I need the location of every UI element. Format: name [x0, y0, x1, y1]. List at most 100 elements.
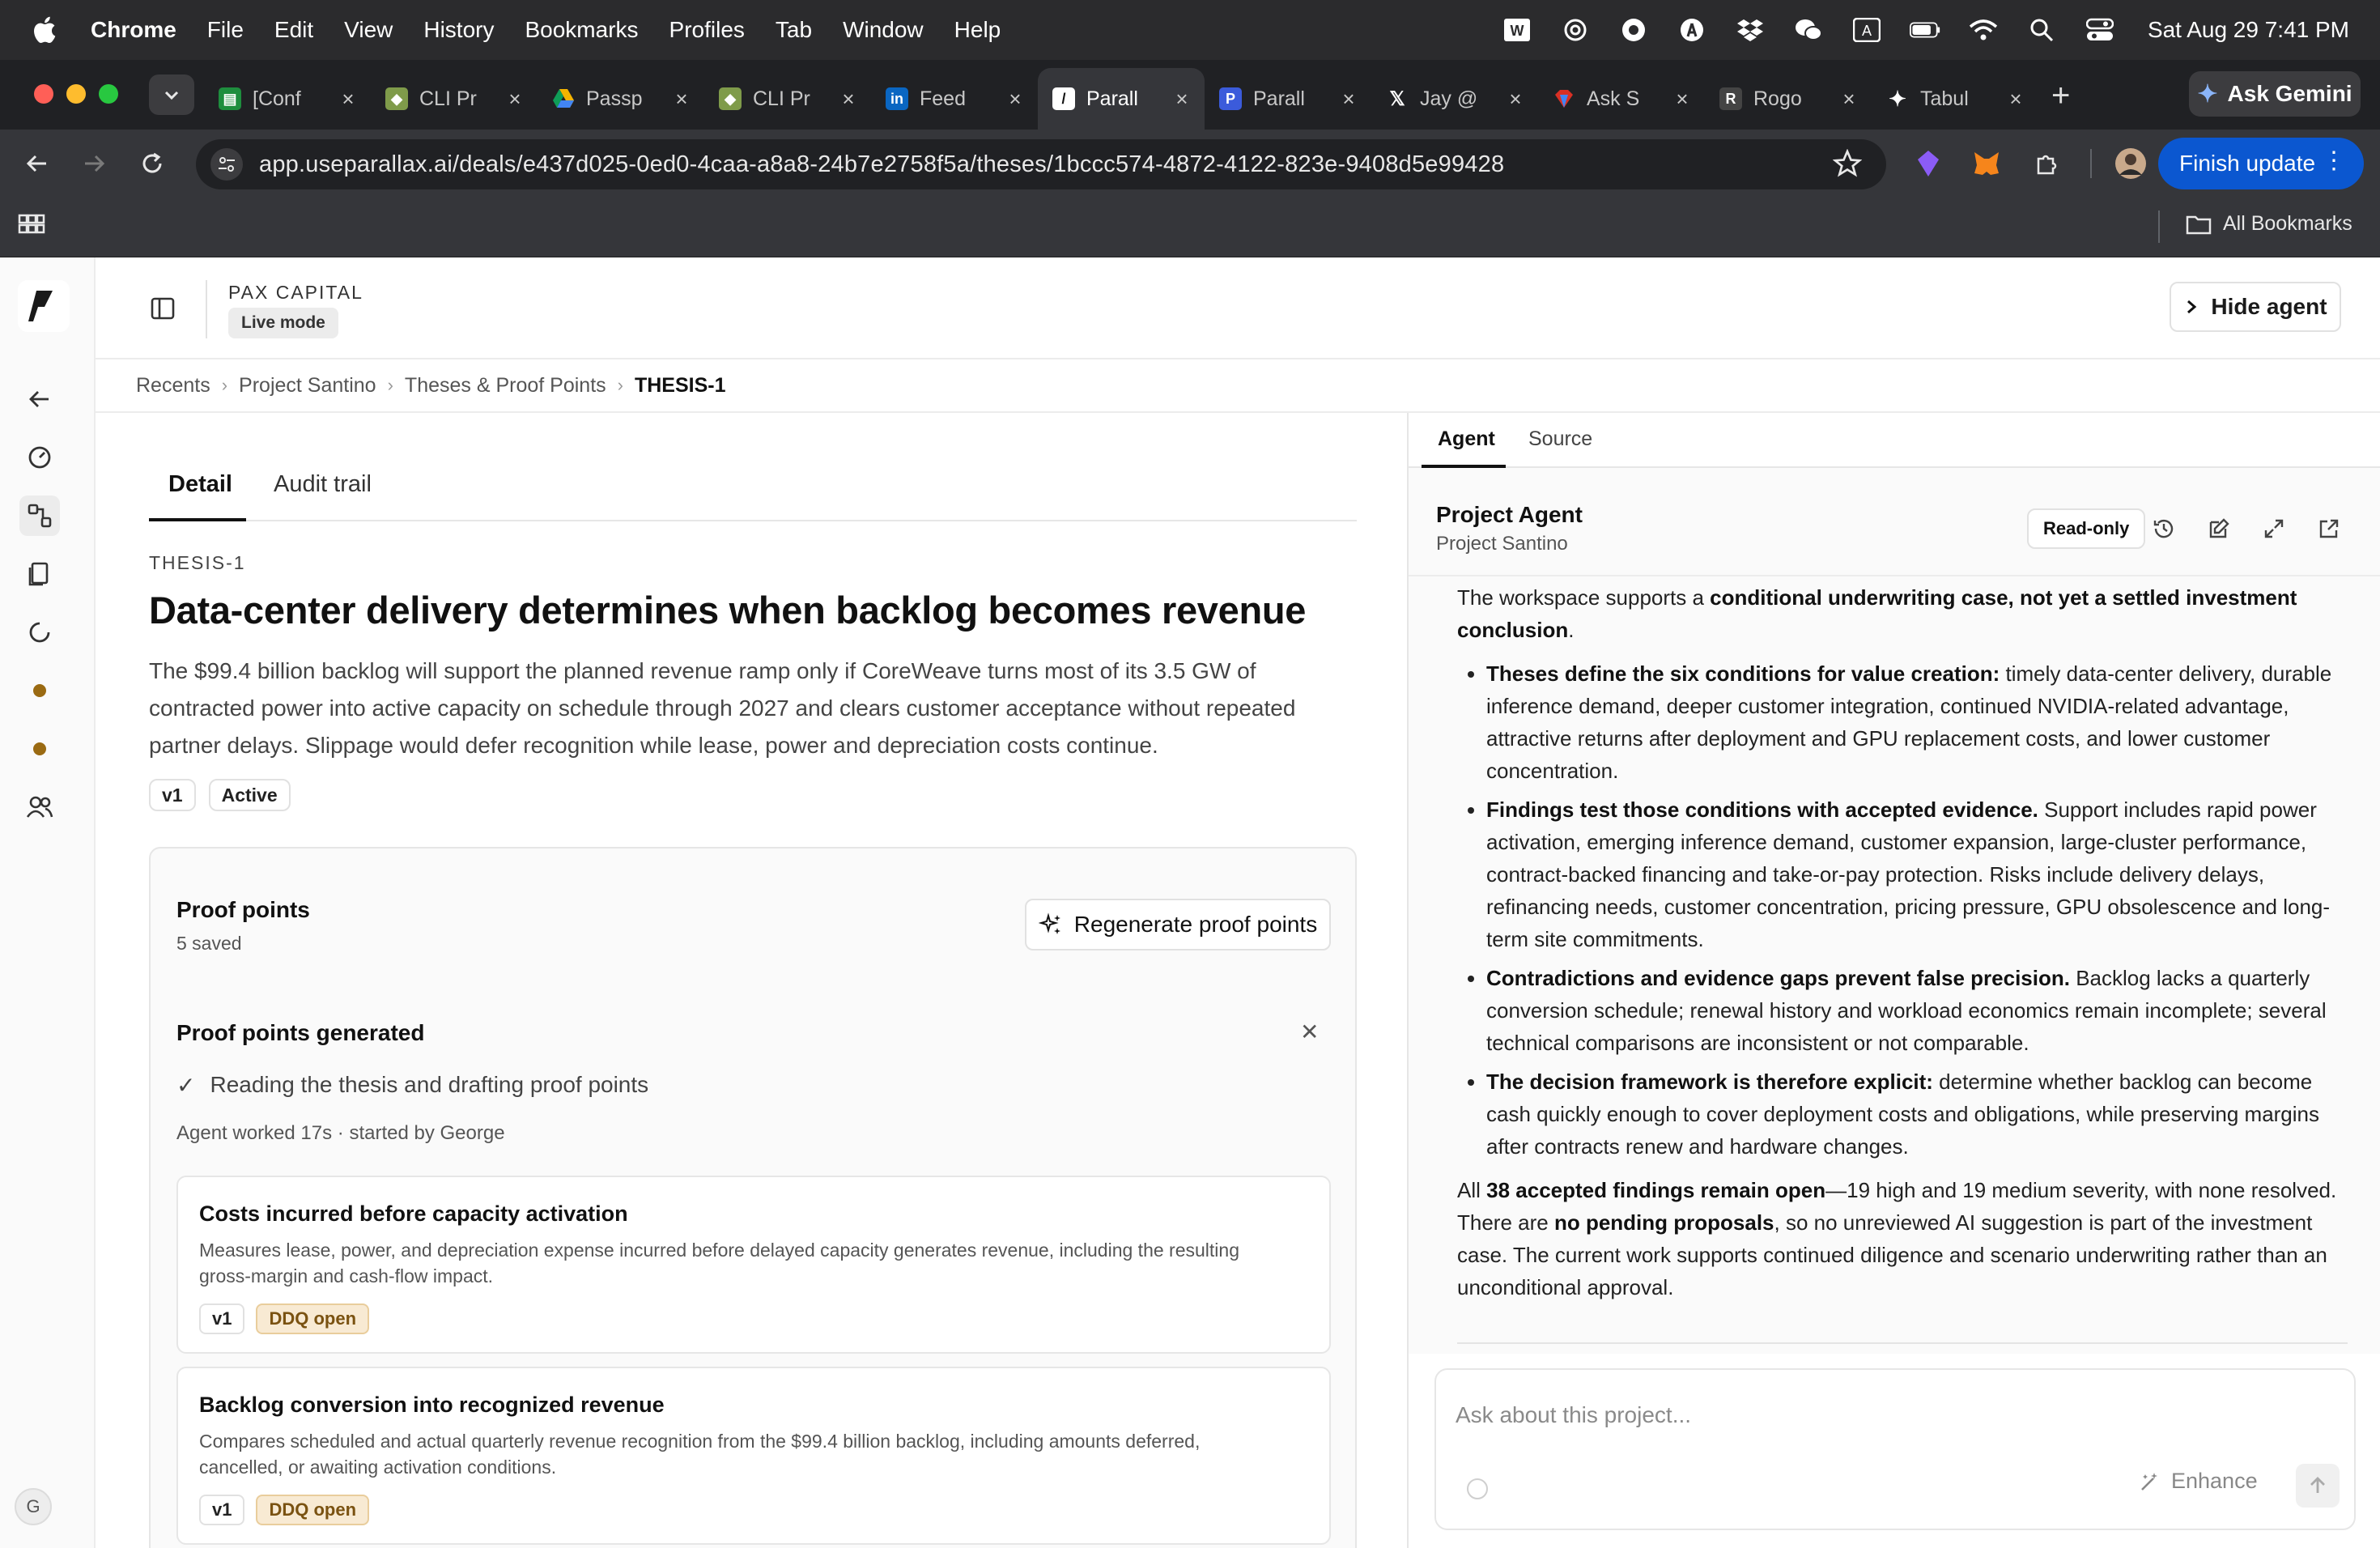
- close-tab-icon[interactable]: ×: [1172, 87, 1192, 112]
- documents-icon[interactable]: [19, 554, 60, 594]
- tab-parallax-active[interactable]: / Parall ×: [1038, 68, 1205, 130]
- tab-ask[interactable]: Ask S ×: [1538, 68, 1705, 130]
- wechat-icon[interactable]: [1793, 15, 1824, 45]
- close-tab-icon[interactable]: ×: [672, 87, 691, 112]
- expand-icon[interactable]: [2259, 513, 2289, 544]
- profile-avatar-icon[interactable]: [2114, 147, 2147, 180]
- menu-window[interactable]: Window: [843, 17, 924, 43]
- forward-button[interactable]: [78, 147, 110, 180]
- proof-points-title: Proof points: [176, 897, 310, 922]
- menu-view[interactable]: View: [344, 17, 393, 43]
- close-icon[interactable]: ✕: [1300, 1019, 1319, 1045]
- close-tab-icon[interactable]: ×: [1839, 87, 1859, 112]
- sidebar-toggle-icon[interactable]: [146, 291, 180, 325]
- proof-point-item[interactable]: Costs incurred before capacity activatio…: [176, 1176, 1331, 1354]
- close-tab-icon[interactable]: ×: [338, 87, 358, 112]
- parallax-logo[interactable]: [18, 280, 70, 332]
- menu-file[interactable]: File: [207, 17, 244, 43]
- back-button[interactable]: [21, 147, 53, 180]
- tab-source[interactable]: Source: [1528, 427, 1592, 451]
- menubar-clock[interactable]: Sat Aug 29 7:41 PM: [2148, 17, 2349, 43]
- enhance-button[interactable]: Enhance: [2139, 1469, 2258, 1494]
- address-bar[interactable]: app.useparallax.ai/deals/e437d025-0ed0-4…: [196, 139, 1886, 189]
- w-app-icon[interactable]: W: [1502, 15, 1532, 45]
- tab-detail[interactable]: Detail: [168, 471, 232, 498]
- hide-agent-button[interactable]: Hide agent: [2170, 282, 2341, 332]
- breadcrumb-recents[interactable]: Recents: [136, 374, 210, 398]
- apps-grid-icon[interactable]: [18, 214, 45, 245]
- battery-icon[interactable]: [1909, 15, 1940, 45]
- accessibility-icon[interactable]: [1677, 15, 1707, 45]
- reload-button[interactable]: [136, 147, 168, 180]
- close-tab-icon[interactable]: ×: [505, 87, 525, 112]
- open-external-icon[interactable]: [2314, 513, 2344, 544]
- apple-icon[interactable]: [31, 15, 62, 45]
- tab-passp[interactable]: Passp ×: [538, 68, 704, 130]
- input-source-icon[interactable]: A: [1851, 15, 1882, 45]
- minimize-window-button[interactable]: [66, 84, 86, 104]
- dropbox-icon[interactable]: [1735, 15, 1766, 45]
- tab-audit-trail[interactable]: Audit trail: [274, 471, 372, 498]
- loading-circle-icon[interactable]: [19, 612, 60, 653]
- metamask-icon[interactable]: [1970, 147, 2003, 180]
- workflow-icon[interactable]: [19, 495, 60, 536]
- wifi-icon[interactable]: [1968, 15, 1999, 45]
- history-icon[interactable]: [2148, 513, 2179, 544]
- tab-agent[interactable]: Agent: [1438, 427, 1495, 451]
- breadcrumb-project[interactable]: Project Santino: [239, 374, 376, 398]
- spotlight-search-icon[interactable]: [2026, 15, 2057, 45]
- tab-search-button[interactable]: [149, 74, 194, 115]
- extension-crystal-icon[interactable]: [1912, 147, 1944, 180]
- menu-tab[interactable]: Tab: [776, 17, 812, 43]
- tab-rogo[interactable]: R Rogo ×: [1705, 68, 1872, 130]
- edit-icon[interactable]: [2204, 513, 2234, 544]
- all-bookmarks-button[interactable]: All Bookmarks: [2186, 212, 2352, 236]
- close-window-button[interactable]: [34, 84, 53, 104]
- control-center-icon[interactable]: [2085, 15, 2115, 45]
- back-nav-icon[interactable]: [19, 379, 60, 419]
- openai-icon[interactable]: [1560, 15, 1591, 45]
- agent-tabs: Agent Source: [1409, 413, 2380, 468]
- close-tab-icon[interactable]: ×: [1506, 87, 1525, 112]
- regenerate-proof-points-button[interactable]: Regenerate proof points: [1025, 899, 1331, 950]
- bookmark-star-icon[interactable]: [1832, 148, 1863, 182]
- url-text[interactable]: app.useparallax.ai/deals/e437d025-0ed0-4…: [259, 151, 1504, 178]
- tab-cli-2[interactable]: ◆ CLI Pr ×: [704, 68, 871, 130]
- tab-x-jay[interactable]: 𝕏 Jay @ ×: [1371, 68, 1538, 130]
- breadcrumb-theses[interactable]: Theses & Proof Points: [405, 374, 606, 398]
- finish-update-button[interactable]: Finish update ⋮: [2158, 138, 2364, 189]
- close-tab-icon[interactable]: ×: [1672, 87, 1692, 112]
- ask-project-input[interactable]: [1456, 1402, 2330, 1428]
- new-tab-button[interactable]: +: [2051, 79, 2070, 112]
- proof-point-item[interactable]: Backlog conversion into recognized reven…: [176, 1367, 1331, 1545]
- project-dot-icon[interactable]: [19, 729, 60, 769]
- ask-gemini-button[interactable]: ✦ Ask Gemini: [2189, 71, 2361, 117]
- site-info-button[interactable]: [210, 148, 243, 181]
- read-only-badge[interactable]: Read-only: [2027, 508, 2146, 549]
- tab-conf[interactable]: ▤ [Conf ×: [204, 68, 371, 130]
- menu-edit[interactable]: Edit: [274, 17, 313, 43]
- tab-feed[interactable]: in Feed ×: [871, 68, 1038, 130]
- menu-app-name[interactable]: Chrome: [91, 17, 176, 43]
- menu-history[interactable]: History: [423, 17, 494, 43]
- close-tab-icon[interactable]: ×: [1339, 87, 1358, 112]
- zoom-window-button[interactable]: [99, 84, 118, 104]
- menu-profiles[interactable]: Profiles: [669, 17, 745, 43]
- close-tab-icon[interactable]: ×: [2006, 87, 2025, 112]
- extensions-puzzle-icon[interactable]: [2030, 147, 2063, 180]
- close-tab-icon[interactable]: ×: [839, 87, 858, 112]
- attach-circle-icon[interactable]: [1467, 1478, 1488, 1499]
- record-icon[interactable]: [1618, 15, 1649, 45]
- user-avatar[interactable]: G: [15, 1488, 52, 1525]
- more-vert-icon[interactable]: ⋮: [2322, 149, 2346, 173]
- menu-help[interactable]: Help: [954, 17, 1001, 43]
- tab-cli-1[interactable]: ◆ CLI Pr ×: [371, 68, 538, 130]
- dashboard-gauge-icon[interactable]: [19, 437, 60, 478]
- users-icon[interactable]: [19, 787, 60, 827]
- tab-tabul[interactable]: ✦ Tabul ×: [1872, 68, 2038, 130]
- menu-bookmarks[interactable]: Bookmarks: [525, 17, 638, 43]
- close-tab-icon[interactable]: ×: [1005, 87, 1025, 112]
- project-dot-icon[interactable]: [19, 670, 60, 711]
- tab-parallax-2[interactable]: P Parall ×: [1205, 68, 1371, 130]
- send-button[interactable]: [2296, 1464, 2340, 1508]
